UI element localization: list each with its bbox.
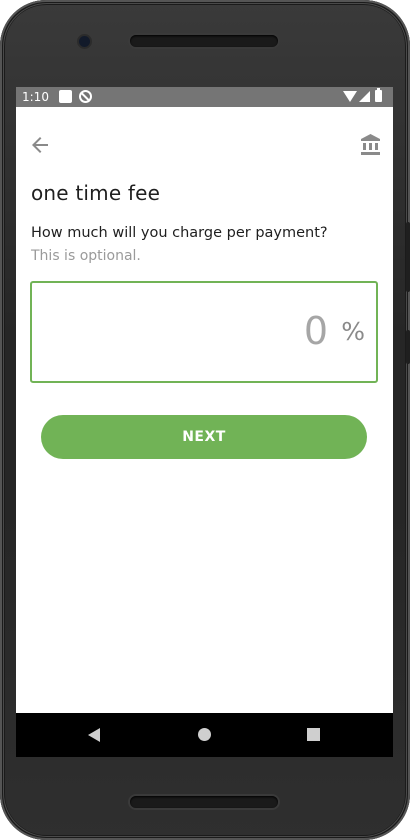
optional-hint: This is optional. [31,248,141,264]
status-time: 1:10 [22,90,49,104]
recents-square-icon[interactable] [307,728,320,741]
earpiece-speaker [130,35,278,47]
arrow-left-icon[interactable] [28,133,52,157]
home-circle-icon[interactable] [198,728,211,741]
page-title: one time fee [31,181,161,205]
volume-button [406,222,410,292]
back-triangle-icon[interactable] [88,728,100,742]
app-screen: 1:10 one time fee How much will you char… [16,87,393,757]
fee-question-label: How much will you charge per payment? [31,225,328,241]
power-button [406,330,410,364]
bottom-speaker [130,796,278,808]
bank-icon[interactable] [359,133,383,157]
front-camera [79,36,90,47]
fee-value: 0 [303,309,328,353]
notification-square-icon [59,90,72,103]
battery-icon [375,88,382,102]
fee-percentage-input[interactable]: 0 % [30,281,378,383]
status-bar: 1:10 [16,87,393,107]
system-nav-bar [16,713,393,757]
wifi-icon [343,91,357,102]
do-not-disturb-icon [79,90,92,103]
cell-signal-icon [359,91,370,102]
percent-unit: % [341,317,365,346]
phone-frame: 1:10 one time fee How much will you char… [0,0,410,840]
next-button[interactable]: NEXT [41,415,367,459]
